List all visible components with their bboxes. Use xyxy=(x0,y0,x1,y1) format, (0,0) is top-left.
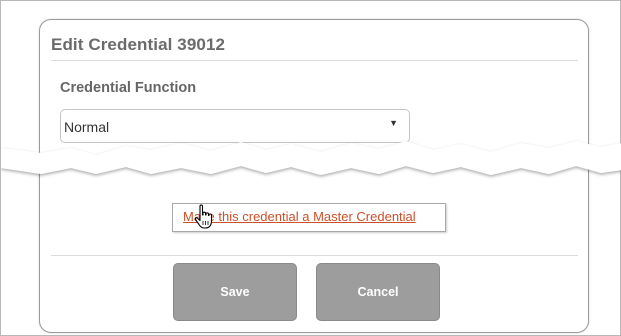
credential-function-label: Credential Function xyxy=(60,80,197,96)
make-master-credential-link[interactable]: Make this credential a Master Credential xyxy=(183,209,416,224)
hand-cursor-icon xyxy=(194,204,213,229)
footer-divider xyxy=(51,255,578,256)
cancel-button[interactable]: Cancel xyxy=(316,263,440,321)
screenshot-frame: Edit Credential 39012 Credential Functio… xyxy=(0,0,621,336)
dialog-title: Edit Credential 39012 xyxy=(51,35,226,54)
title-divider xyxy=(51,60,578,61)
torn-edge-divider xyxy=(1,141,621,175)
save-button[interactable]: Save xyxy=(173,263,297,321)
